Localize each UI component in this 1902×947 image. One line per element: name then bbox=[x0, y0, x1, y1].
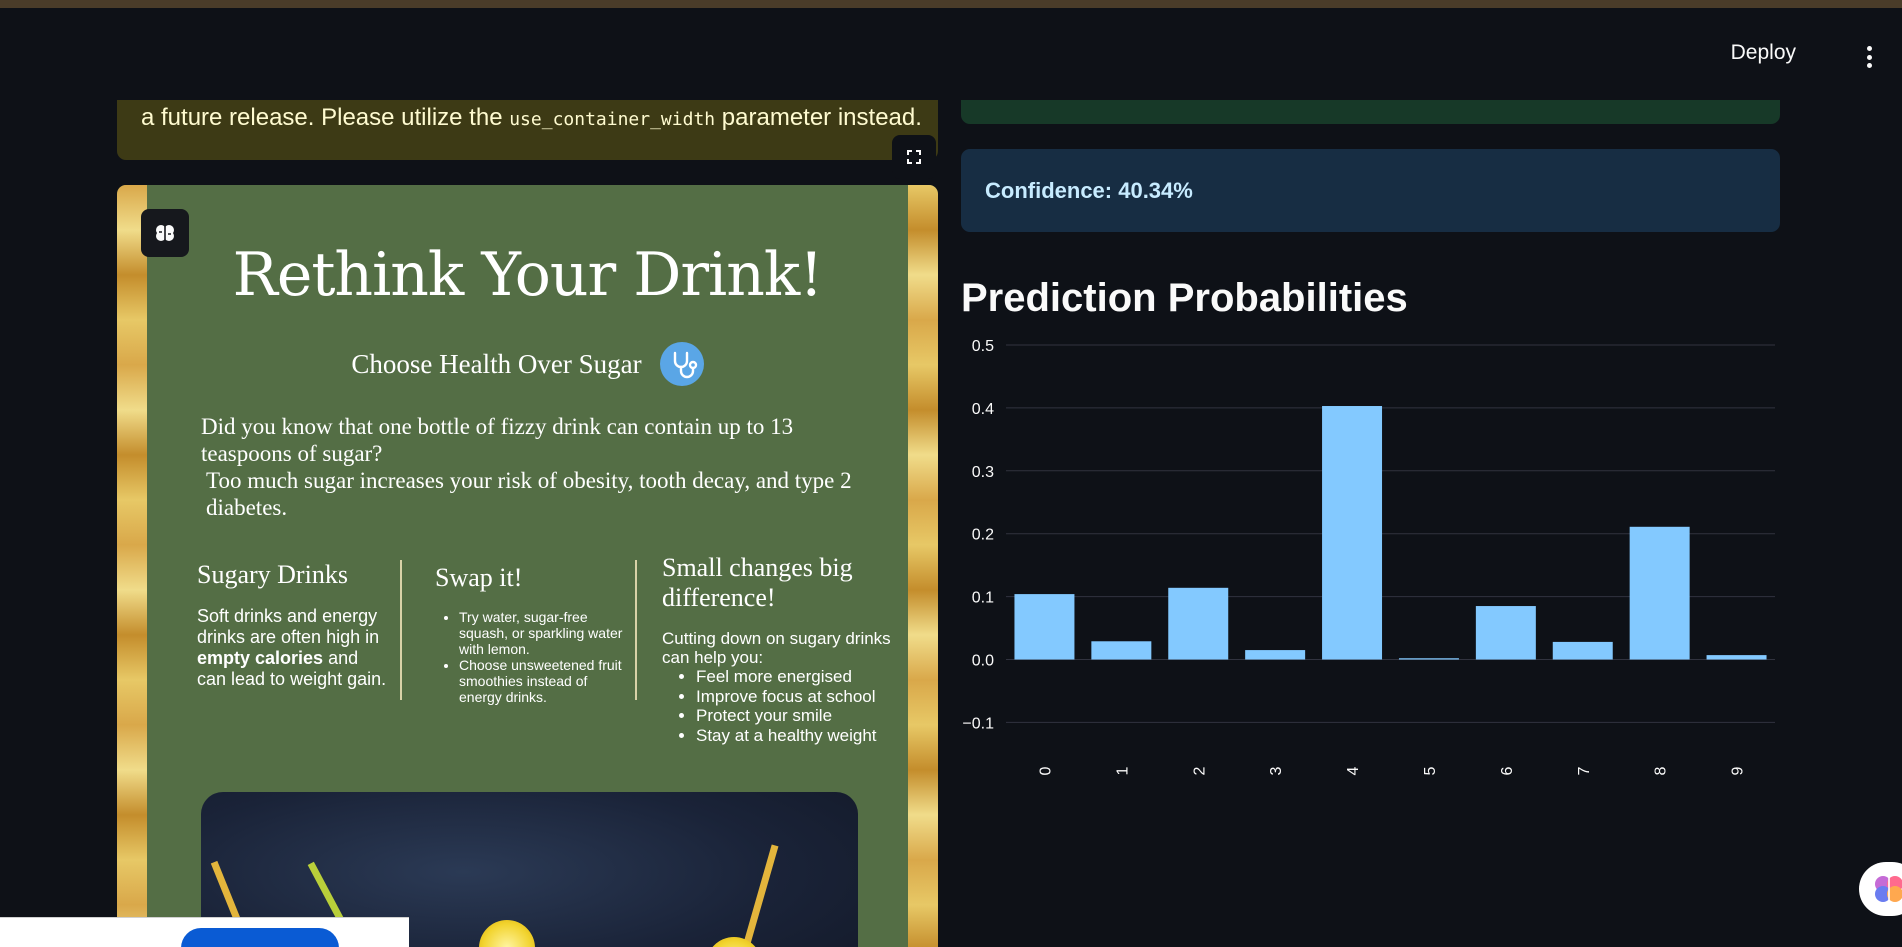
bar bbox=[1398, 658, 1459, 660]
bar bbox=[1091, 641, 1152, 660]
y-tick-label: 0.0 bbox=[972, 653, 994, 670]
bar bbox=[1475, 606, 1536, 660]
poster-divider bbox=[400, 560, 402, 700]
col3-heading: Small changes big difference! bbox=[662, 553, 853, 612]
x-tick-label: 6 bbox=[1499, 766, 1516, 775]
x-tick-label: 4 bbox=[1345, 766, 1362, 775]
deploy-button[interactable]: Deploy bbox=[1731, 41, 1796, 65]
list-item: Stay at a healthy weight bbox=[696, 726, 902, 746]
x-tick-label: 8 bbox=[1653, 766, 1670, 775]
y-tick-label: 0.3 bbox=[972, 464, 994, 481]
bar bbox=[1245, 650, 1306, 660]
x-tick-label: 1 bbox=[1114, 766, 1131, 775]
bar bbox=[1552, 641, 1613, 660]
list-item: Improve focus at school bbox=[696, 687, 902, 707]
brain-icon bbox=[1875, 876, 1902, 902]
poster-image: Rethink Your Drink! Choose Health Over S… bbox=[117, 185, 938, 947]
poster-subtitle: Choose Health Over Sugar bbox=[117, 342, 938, 389]
app-header: Deploy bbox=[0, 8, 1902, 100]
poster-column-sugary-drinks: Sugary Drinks Soft drinks and energy dri… bbox=[197, 560, 387, 690]
list-item: Try water, sugar-free squash, or sparkli… bbox=[459, 609, 625, 657]
x-tick-label: 2 bbox=[1191, 766, 1208, 775]
warning-code: use_container_width bbox=[509, 109, 716, 130]
poster-title: Rethink Your Drink! bbox=[232, 240, 824, 310]
fullscreen-button[interactable] bbox=[892, 135, 936, 179]
y-tick-label: 0.2 bbox=[972, 527, 994, 544]
confidence-text: Confidence: 40.34% bbox=[985, 178, 1193, 203]
chart-heading: Prediction Probabilities bbox=[961, 276, 1408, 320]
stethoscope-icon bbox=[659, 342, 704, 386]
poster-column-small-changes: Small changes big difference! Cutting do… bbox=[662, 553, 902, 745]
assistant-button[interactable] bbox=[1859, 862, 1902, 916]
col1-text: Soft drinks and energy drinks are often … bbox=[197, 606, 387, 689]
poster-intro: Did you know that one bottle of fizzy dr… bbox=[201, 414, 852, 520]
poster-divider bbox=[635, 560, 637, 700]
cookie-banner bbox=[0, 917, 409, 947]
col3-intro: Cutting down on sugary drinks can help y… bbox=[662, 629, 891, 667]
bar bbox=[1168, 587, 1229, 660]
x-tick-label: 0 bbox=[1037, 766, 1054, 775]
y-tick-label: −0.1 bbox=[962, 715, 994, 732]
fullscreen-icon bbox=[907, 150, 921, 164]
warning-text: a future release. Please utilize the use… bbox=[141, 104, 922, 131]
lemon-shape bbox=[479, 920, 535, 947]
probability-bar-chart[interactable]: 0.5 0.4 0.3 0.2 0.1 0.0 −0.1 0 1 2 3 4 5 6 7 8 9 bbox=[961, 335, 1782, 875]
col1-heading: Sugary Drinks bbox=[197, 560, 348, 589]
lemon-shape bbox=[706, 937, 762, 947]
bar bbox=[1629, 526, 1690, 660]
bar bbox=[1706, 655, 1767, 660]
x-tick-label: 9 bbox=[1730, 766, 1747, 775]
y-tick-label: 0.5 bbox=[972, 338, 994, 355]
list-item: Protect your smile bbox=[696, 706, 902, 726]
y-tick-label: 0.1 bbox=[972, 590, 994, 607]
list-item: Choose unsweetened fruit smoothies inste… bbox=[459, 657, 625, 705]
y-tick-label: 0.4 bbox=[972, 401, 994, 418]
kebab-menu-icon[interactable] bbox=[1856, 42, 1882, 72]
browser-top-strip bbox=[0, 0, 1902, 8]
x-tick-label: 5 bbox=[1422, 766, 1439, 775]
cookie-accept-button[interactable] bbox=[181, 928, 339, 947]
x-tick-label: 3 bbox=[1268, 766, 1285, 775]
x-tick-label: 7 bbox=[1576, 766, 1593, 775]
poster-column-swap-it: Swap it! Try water, sugar-free squash, o… bbox=[435, 563, 625, 705]
bar bbox=[1322, 406, 1383, 660]
straw-shape bbox=[733, 844, 779, 947]
col2-heading: Swap it! bbox=[435, 563, 523, 592]
bar bbox=[1014, 594, 1075, 660]
list-item: Feel more energised bbox=[696, 667, 902, 687]
confidence-info: Confidence: 40.34% bbox=[961, 149, 1780, 232]
